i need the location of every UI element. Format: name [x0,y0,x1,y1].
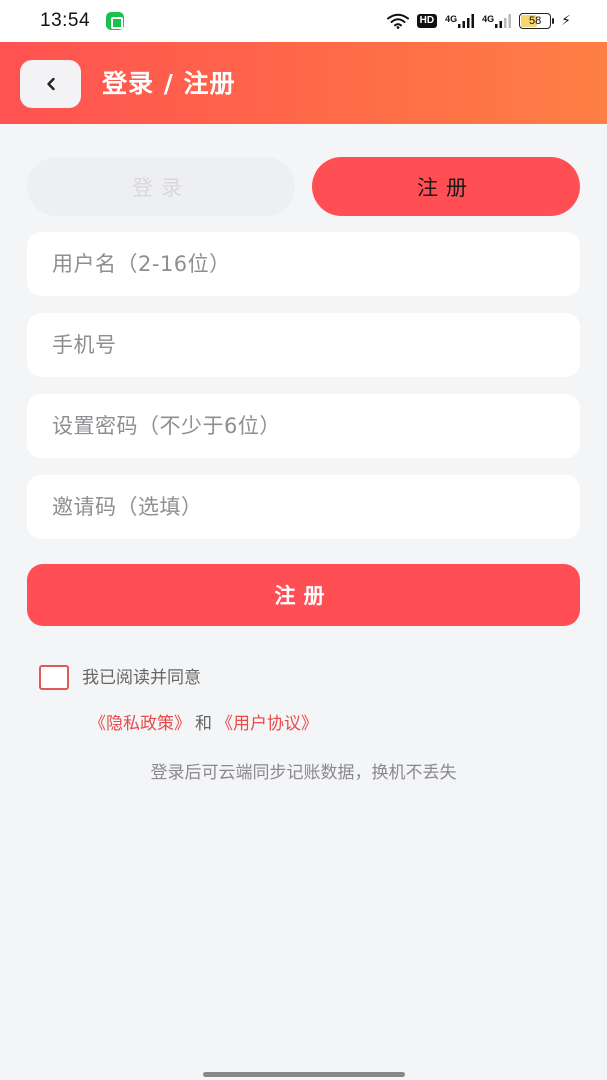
status-bar: 13:54 HD 4G 4G 58 ⚡ [0,0,607,42]
app-notification-icon [106,12,125,30]
app-header: 登录 / 注册 [0,42,607,124]
invite-code-field-wrapper [27,475,580,539]
status-time: 13:54 [40,10,91,31]
username-field[interactable] [27,232,580,296]
chevron-left-icon [46,77,55,91]
policy-links: 《隐私政策》和《用户协议》 [89,713,318,735]
user-agreement-link[interactable]: 《用户协议》 [216,714,318,734]
status-icons: HD 4G 4G 58 ⚡ [386,0,571,42]
invite-code-field[interactable] [27,475,580,539]
register-button[interactable]: 注册 [27,564,580,626]
battery-level: 58 [529,15,542,27]
back-button[interactable] [20,60,81,108]
privacy-policy-link[interactable]: 《隐私政策》 [89,714,191,734]
sync-hint: 登录后可云端同步记账数据，换机不丢失 [150,763,457,783]
signal-label: 4G [445,14,458,24]
tab-login[interactable]: 登录 [27,157,295,216]
charging-bolt-icon: ⚡ [561,13,571,29]
username-field-wrapper [27,232,580,296]
battery-icon: 58 [519,13,555,29]
agreement-text: 我已阅读并同意 [82,668,201,688]
wifi-icon [386,13,409,29]
signal-icon: 4G [482,14,512,28]
hd-badge: HD [416,14,438,28]
signal-icon: 4G [445,14,475,28]
policy-and-text: 和 [195,714,212,734]
signal-label: 4G [482,14,495,24]
phone-field-wrapper [27,313,580,377]
phone-field[interactable] [27,313,580,377]
tab-register[interactable]: 注册 [312,157,580,216]
home-indicator[interactable] [203,1072,405,1077]
agreement-checkbox[interactable] [39,665,69,690]
password-field[interactable] [27,394,580,458]
page-title: 登录 / 注册 [102,69,236,98]
password-field-wrapper [27,394,580,458]
